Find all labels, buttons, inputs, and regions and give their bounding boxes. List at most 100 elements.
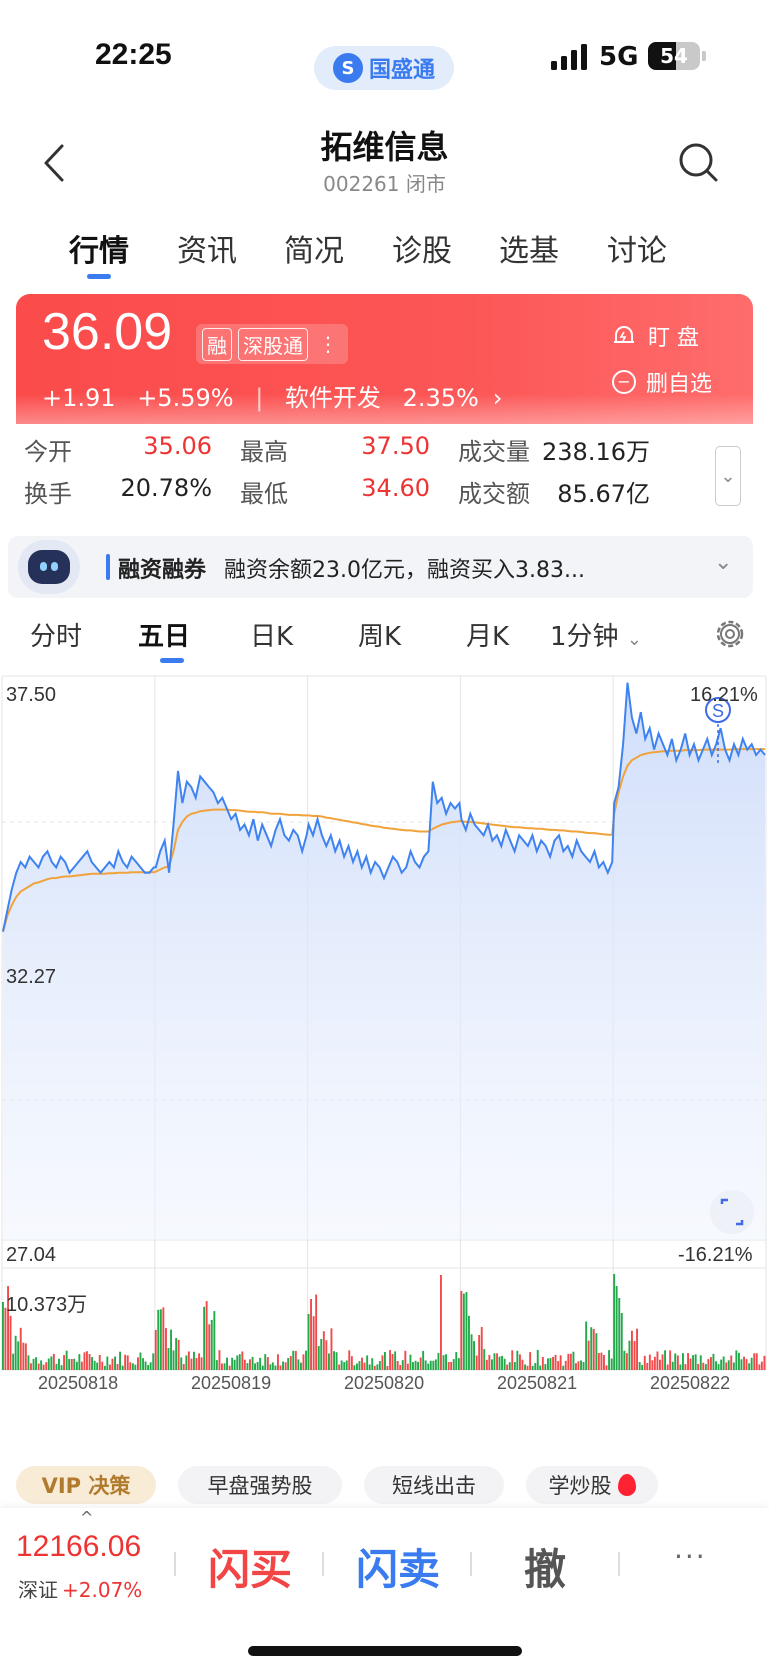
volume-bar — [676, 1355, 679, 1370]
volume-bar — [506, 1364, 509, 1370]
quick-buy-button[interactable]: 闪买 — [208, 1536, 292, 1597]
volume-bar — [534, 1363, 537, 1370]
volume-bar — [577, 1361, 580, 1370]
tab-discussion[interactable]: 讨论 — [580, 226, 694, 270]
volume-bar — [261, 1365, 264, 1370]
pct-max-label: 16.21% — [690, 684, 758, 706]
five-day-chart[interactable]: S 37.50 32.27 27.04 16.21% -16.21% 10.37… — [0, 672, 769, 1412]
quick-sell-button[interactable]: 闪卖 — [356, 1536, 440, 1597]
volume-max-label: 10.373万 — [6, 1294, 88, 1316]
more-icon[interactable]: ··· — [674, 1540, 707, 1573]
tab-five-day[interactable]: 五日 — [138, 616, 190, 653]
volume-bar — [249, 1359, 251, 1370]
stock-tags[interactable]: 融 深股通 ⋮ — [196, 324, 348, 364]
volume-bar — [266, 1357, 269, 1370]
volume-bar — [30, 1363, 32, 1370]
remove-favorite-button[interactable]: − 删自选 — [612, 366, 712, 398]
volume-bar — [722, 1356, 725, 1370]
tab-intraday[interactable]: 分时 — [30, 616, 82, 653]
search-icon[interactable] — [676, 138, 720, 188]
tab-fund-select[interactable]: 选基 — [472, 226, 586, 270]
short-term-pill[interactable]: 短线出击 — [364, 1466, 504, 1504]
volume-bar — [200, 1357, 203, 1370]
volume-bar — [284, 1362, 287, 1370]
cancel-order-button[interactable]: 撤 — [524, 1536, 566, 1597]
interval-select[interactable]: 1分钟 ⌄ — [550, 616, 642, 653]
volume-bar — [287, 1358, 290, 1370]
volume-bar — [73, 1358, 76, 1370]
tab-monthly-k[interactable]: 月K — [466, 616, 509, 653]
margin-trading-bar[interactable]: 融资融券 融资余额23.0亿元，融资买入3.83... ⌄ — [8, 536, 753, 598]
connect-tag: 深股通 — [238, 327, 308, 361]
volume-bar — [549, 1358, 552, 1370]
volume-bar — [241, 1351, 244, 1370]
volume-bar — [221, 1363, 223, 1370]
volume-bar — [547, 1358, 549, 1370]
volume-bar — [753, 1353, 756, 1370]
quote-card: 36.09 融 深股通 ⋮ +1.91 +5.59% | 软件开发 2.35% ›… — [16, 294, 753, 424]
bottom-trade-bar: ^ 12166.06 深证 +2.07% 闪买 闪卖 撤 ··· — [0, 1508, 769, 1665]
volume-bar — [559, 1355, 562, 1370]
volume-bar — [368, 1364, 371, 1370]
volume-bar — [180, 1357, 183, 1370]
volume-bar — [12, 1353, 15, 1370]
robot-assistant-icon[interactable] — [18, 540, 80, 594]
volume-bar — [745, 1359, 748, 1370]
sector-name[interactable]: 软件开发 — [285, 384, 381, 412]
learn-trading-pill[interactable]: 学炒股 — [526, 1466, 658, 1504]
fullscreen-icon[interactable] — [710, 1190, 754, 1234]
index-info[interactable]: 深证 +2.07% — [18, 1574, 142, 1603]
volume-bar — [687, 1353, 689, 1370]
volume-bar — [587, 1340, 590, 1370]
volume-bar — [137, 1357, 139, 1370]
main-tabs: 行情 资讯 简况 诊股 选基 讨论 — [0, 226, 769, 286]
volume-bar — [605, 1365, 608, 1370]
sector-pct[interactable]: 2.35% — [403, 384, 479, 412]
stat-value: 34.60 — [361, 474, 430, 502]
gear-icon[interactable] — [712, 616, 748, 652]
volume-bar — [139, 1352, 142, 1370]
chevron-right-icon[interactable]: › — [493, 384, 503, 412]
volume-bar — [333, 1351, 335, 1370]
volume-bar — [659, 1359, 661, 1370]
volume-bar — [526, 1365, 529, 1370]
tab-weekly-k[interactable]: 周K — [358, 616, 401, 653]
stat-value: 238.16万 — [542, 438, 650, 466]
volume-bar — [608, 1350, 610, 1370]
volume-bar — [322, 1331, 325, 1370]
tab-quotes[interactable]: 行情 — [42, 226, 156, 270]
volume-bar — [233, 1359, 236, 1370]
volume-bar — [539, 1365, 542, 1370]
tab-daily-k[interactable]: 日K — [250, 616, 293, 653]
y-min-label: 27.04 — [6, 1244, 57, 1266]
volume-bar — [417, 1361, 419, 1370]
volume-bar — [378, 1361, 381, 1370]
volume-bar — [170, 1329, 172, 1370]
volume-bar — [185, 1355, 188, 1370]
tab-diagnosis[interactable]: 诊股 — [365, 226, 479, 270]
caret-up-icon[interactable]: ^ — [80, 1508, 93, 1527]
volume-bar — [109, 1364, 111, 1370]
morning-strong-pill[interactable]: 早盘强势股 — [178, 1466, 342, 1504]
volume-bar — [651, 1360, 654, 1370]
volume-bar — [282, 1361, 284, 1370]
tab-news[interactable]: 资讯 — [150, 226, 264, 270]
volume-bar — [330, 1328, 333, 1370]
volume-bar — [628, 1340, 631, 1370]
volume-bar — [732, 1362, 735, 1370]
chevron-down-icon[interactable]: ⌄ — [714, 550, 732, 575]
tab-profile[interactable]: 简况 — [257, 226, 371, 270]
expand-stats-button[interactable]: ⌄ — [715, 446, 741, 506]
volume-bar — [646, 1362, 649, 1370]
volume-bar — [641, 1364, 644, 1370]
vip-decision-pill[interactable]: VIP 决策 — [16, 1466, 156, 1504]
watch-button[interactable]: 盯 盘 — [612, 320, 699, 352]
current-price: 36.09 — [42, 303, 173, 361]
volume-bars — [2, 1274, 766, 1371]
volume-bar — [419, 1357, 422, 1370]
volume-bar — [399, 1365, 402, 1370]
active-chart-tab-indicator — [160, 658, 184, 663]
volume-bar — [590, 1327, 593, 1370]
volume-bar — [75, 1361, 78, 1370]
index-value[interactable]: 12166.06 — [16, 1530, 141, 1564]
